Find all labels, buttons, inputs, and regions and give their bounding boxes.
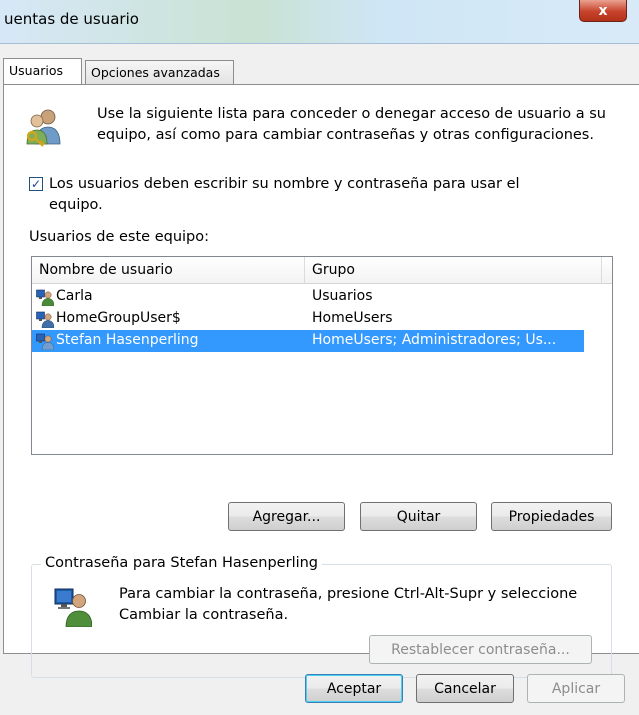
check-mark-icon: ✓ (30, 177, 42, 191)
ok-button[interactable]: Aceptar (305, 674, 403, 703)
password-group-legend: Contraseña para Stefan Hasenperling (41, 555, 323, 571)
user-account-icon (36, 289, 54, 306)
table-row-selected[interactable]: Stefan Hasenperling HomeUsers; Administr… (32, 330, 584, 352)
cell-username: HomeGroupUser$ (56, 310, 181, 326)
remove-user-button[interactable]: Quitar (360, 502, 477, 531)
list-header: Nombre de usuario Grupo (32, 257, 612, 284)
column-label: Grupo (312, 262, 355, 278)
user-account-icon (36, 311, 54, 328)
title-bar[interactable]: uentas de usuario x (0, 0, 639, 44)
cell-username: Carla (56, 288, 93, 304)
tab-label: Opciones avanzadas (91, 65, 220, 80)
intro-text: Use la siguiente lista para conceder o d… (97, 106, 606, 143)
properties-button[interactable]: Propiedades (491, 502, 612, 531)
users-section-label: Usuarios de este equipo: (29, 229, 209, 245)
add-user-button[interactable]: Agregar... (228, 502, 345, 531)
cell-group: HomeUsers (312, 310, 393, 326)
dialog-body: Usuarios Opciones avanzadas Use la sigui… (0, 44, 639, 715)
password-instructions: Para cambiar la contraseña, presione Ctr… (119, 586, 578, 623)
users-key-icon (26, 109, 61, 147)
close-icon: x (598, 2, 608, 19)
require-login-label[interactable]: Los usuarios deben escribir su nombre y … (49, 174, 549, 216)
cell-username: Stefan Hasenperling (56, 332, 199, 348)
cell-group: Usuarios (312, 288, 373, 304)
tab-usuarios[interactable]: Usuarios (3, 58, 82, 84)
user-computer-icon (54, 588, 92, 627)
column-header-username[interactable]: Nombre de usuario (32, 257, 305, 284)
close-button[interactable]: x (579, 0, 627, 22)
table-row[interactable]: HomeGroupUser$ HomeUsers (32, 308, 584, 330)
column-header-group[interactable]: Grupo (305, 257, 602, 284)
table-row[interactable]: Carla Usuarios (32, 286, 584, 308)
window-title: uentas de usuario (4, 10, 139, 28)
column-label: Nombre de usuario (39, 262, 173, 278)
tab-label: Usuarios (9, 63, 64, 78)
tab-opciones-avanzadas[interactable]: Opciones avanzadas (85, 60, 234, 84)
apply-button[interactable]: Aplicar (527, 674, 625, 703)
users-listview[interactable]: Nombre de usuario Grupo Carla Usuarios H… (31, 256, 613, 455)
tab-panel-usuarios: Use la siguiente lista para conceder o d… (3, 84, 639, 678)
require-login-checkbox[interactable]: ✓ (29, 177, 43, 191)
cell-group: HomeUsers; Administradores; Us... (312, 332, 557, 348)
user-account-icon (36, 333, 54, 350)
cancel-button[interactable]: Cancelar (416, 674, 514, 703)
reset-password-button[interactable]: Restablecer contraseña... (369, 635, 592, 664)
